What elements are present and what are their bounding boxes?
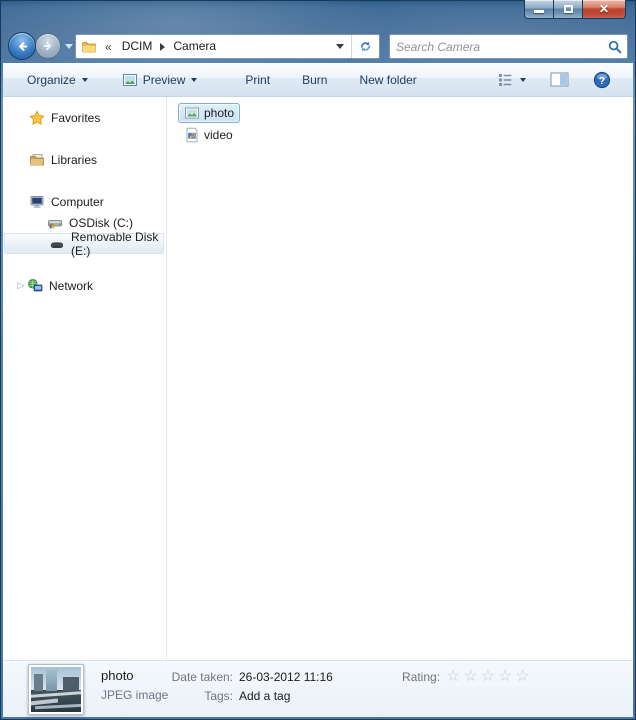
star-outline-icon[interactable]: ☆	[446, 668, 463, 685]
sidebar-label: Favorites	[51, 111, 100, 125]
titlebar[interactable]: ✕	[0, 0, 636, 30]
chevron-down-icon	[191, 78, 197, 82]
forward-button[interactable]	[35, 33, 61, 59]
minimize-button[interactable]	[524, 0, 554, 19]
tags-value[interactable]: Add a tag	[239, 689, 290, 703]
file-list[interactable]: photo video	[167, 97, 633, 660]
details-pane: photo JPEG image Date taken: 26-03-2012 …	[3, 660, 633, 717]
search-box	[389, 34, 628, 59]
recent-pages-dropdown-icon[interactable]	[65, 44, 73, 49]
preview-pane-button[interactable]	[544, 68, 575, 92]
back-arrow-icon	[15, 39, 30, 54]
refresh-button[interactable]	[352, 35, 379, 58]
sidebar-item-favorites[interactable]: Favorites	[3, 107, 164, 128]
hard-disk-icon	[47, 215, 63, 231]
sidebar-label: Computer	[51, 195, 104, 209]
change-view-button[interactable]	[491, 68, 532, 92]
maximize-button[interactable]	[554, 0, 582, 19]
help-button[interactable]: ?	[587, 68, 617, 92]
navigation-pane: Favorites Libraries Computer	[3, 97, 167, 660]
file-name: video	[204, 128, 233, 142]
print-button[interactable]: Print	[235, 68, 280, 92]
star-icon	[29, 110, 45, 126]
organize-button[interactable]: Organize	[17, 68, 98, 92]
burn-button[interactable]: Burn	[292, 68, 337, 92]
star-outline-icon[interactable]: ☆	[463, 668, 480, 685]
network-icon	[27, 278, 43, 294]
address-bar[interactable]: « DCIM Camera	[75, 34, 380, 59]
views-grid-icon	[497, 72, 514, 88]
window-controls: ✕	[524, 0, 626, 19]
svg-text:?: ?	[599, 75, 605, 87]
breadcrumb-separator-icon[interactable]	[160, 43, 165, 51]
details-file-name: photo	[101, 668, 134, 683]
libraries-icon	[29, 152, 45, 168]
computer-icon	[29, 194, 45, 210]
search-input[interactable]	[390, 40, 603, 54]
photo-file-icon	[184, 105, 200, 121]
preview-button[interactable]: Preview	[112, 68, 208, 92]
preview-label: Preview	[143, 73, 186, 87]
chevron-down-icon	[520, 78, 526, 82]
sidebar-item-removable-disk[interactable]: Removable Disk (E:)	[4, 233, 164, 254]
breadcrumb-camera[interactable]: Camera	[167, 35, 222, 58]
sidebar-label: Removable Disk (E:)	[71, 230, 163, 258]
sidebar-label: Network	[49, 279, 93, 293]
star-outline-icon[interactable]: ☆	[481, 668, 498, 685]
rating-label: Rating:	[402, 670, 440, 684]
file-name: photo	[204, 106, 234, 120]
sidebar-item-libraries[interactable]: Libraries	[3, 149, 164, 170]
print-label: Print	[245, 73, 270, 87]
search-button[interactable]	[603, 40, 627, 54]
sidebar-label: OSDisk (C:)	[69, 216, 133, 230]
breadcrumb-overflow[interactable]: «	[101, 40, 116, 54]
forward-arrow-icon	[41, 39, 55, 53]
preview-pane-icon	[550, 72, 569, 87]
chevron-down-icon	[82, 78, 88, 82]
address-dropdown-icon[interactable]	[336, 44, 344, 49]
command-toolbar: Organize Preview Print Burn New folder	[3, 63, 633, 97]
new-folder-button[interactable]: New folder	[349, 68, 426, 92]
tags-label: Tags:	[145, 689, 233, 703]
removable-disk-icon	[49, 236, 65, 252]
file-item-photo[interactable]: photo	[178, 103, 240, 123]
folder-icon	[81, 39, 97, 55]
close-icon: ✕	[599, 3, 609, 15]
minimize-icon	[534, 10, 544, 13]
new-folder-label: New folder	[359, 73, 416, 87]
breadcrumb-dcim[interactable]: DCIM	[116, 35, 159, 58]
date-taken-value[interactable]: 26-03-2012 11:16	[239, 670, 333, 684]
main-area: Favorites Libraries Computer	[3, 97, 633, 660]
organize-label: Organize	[27, 73, 76, 87]
refresh-icon	[358, 39, 373, 54]
file-item-video[interactable]: video	[178, 125, 239, 145]
burn-label: Burn	[302, 73, 327, 87]
back-button[interactable]	[8, 32, 36, 60]
video-file-icon	[184, 127, 200, 143]
close-button[interactable]: ✕	[582, 0, 626, 19]
date-taken-label: Date taken:	[145, 670, 233, 684]
sidebar-label: Libraries	[51, 153, 97, 167]
maximize-icon	[564, 5, 573, 13]
expander-icon[interactable]: ▷	[15, 280, 27, 291]
search-icon	[608, 40, 622, 54]
star-outline-icon[interactable]: ☆	[515, 668, 532, 685]
sidebar-item-network[interactable]: ▷ Network	[3, 275, 164, 296]
photo-thumbnail	[28, 664, 84, 715]
preview-picture-icon	[122, 72, 138, 88]
sidebar-item-computer[interactable]: Computer	[3, 191, 164, 212]
harbor-scene-image	[31, 667, 81, 712]
help-icon: ?	[593, 71, 611, 89]
rating-stars[interactable]: ☆☆☆☆☆	[446, 666, 533, 686]
explorer-window: ✕ « DCIM Camera	[0, 0, 636, 720]
star-outline-icon[interactable]: ☆	[498, 668, 515, 685]
